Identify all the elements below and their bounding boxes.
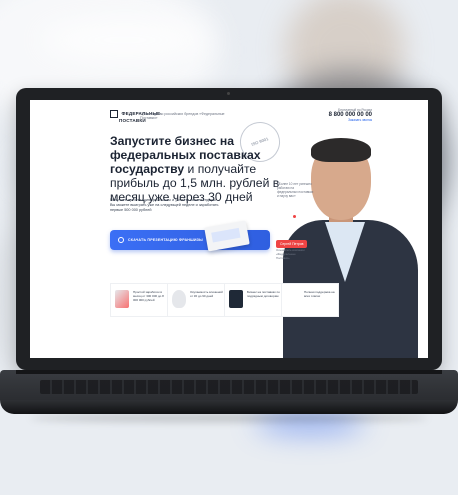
keyboard — [40, 380, 418, 394]
feature-card: Простой заработок в месяц от 300 000 до … — [110, 283, 168, 317]
hero-subtext: Получите презентацию франшизы и узнайте … — [110, 198, 219, 212]
phone-box: Бесплатный по России 8 800 000 00 00 Зак… — [329, 108, 372, 122]
logo-mark-icon — [110, 110, 118, 118]
feature-card: Окупаемость вложений от 30 до 90 дней — [167, 283, 225, 317]
founder-role: Основатель компании «Федеральные Поставк… — [276, 248, 305, 260]
laptop-base — [0, 370, 458, 422]
money-icon — [115, 290, 129, 308]
laptop-screen: ФЕДЕРАЛЬНЫЕ ПОСТАВКИ Производство россий… — [30, 100, 428, 358]
feature-text: Бизнес на поставках по подрядным договор… — [247, 290, 280, 298]
hinge — [16, 370, 442, 374]
laptop-shadow — [30, 414, 428, 422]
founder-name-tag: Сергей Петров — [276, 240, 308, 248]
hero-headline: Запустите бизнес на федеральных поставка… — [110, 134, 300, 204]
cta-label: СКАЧАТЬ ПРЕЗЕНТАЦИЮ ФРАНШИЗЫ — [128, 238, 203, 242]
feature-text: Окупаемость вложений от 30 до 90 дней — [190, 290, 223, 298]
safe-icon — [229, 290, 243, 308]
landing-header: ФЕДЕРАЛЬНЫЕ ПОСТАВКИ Производство россий… — [30, 100, 428, 130]
camera-icon — [227, 92, 230, 95]
feature-cards: Простой заработок в месяц от 300 000 до … — [110, 283, 339, 317]
founder-photo: «Более 10 лет успешно работаю на федерал… — [273, 130, 428, 358]
hair — [311, 138, 371, 162]
money-bag-icon — [172, 290, 186, 308]
support-icon — [286, 290, 300, 308]
tagline: Производство российских брендов «Федерал… — [140, 112, 225, 120]
feature-card: Полная поддержка на всех этапах — [281, 283, 339, 317]
download-icon — [118, 237, 124, 243]
feature-card: Бизнес на поставках по подрядным договор… — [224, 283, 282, 317]
laptop-front-edge — [0, 400, 458, 414]
keyboard-deck — [0, 370, 458, 400]
feature-text: Полная поддержка на всех этапах — [304, 290, 335, 298]
play-dot-icon[interactable] — [293, 215, 296, 218]
callback-link[interactable]: Заказать звонок — [329, 118, 372, 122]
founder-quote: «Более 10 лет успешно работаю на федерал… — [277, 182, 314, 198]
laptop-lid: ФЕДЕРАЛЬНЫЕ ПОСТАВКИ Производство россий… — [16, 88, 442, 370]
feature-text: Простой заработок в месяц от 300 000 до … — [133, 290, 164, 302]
